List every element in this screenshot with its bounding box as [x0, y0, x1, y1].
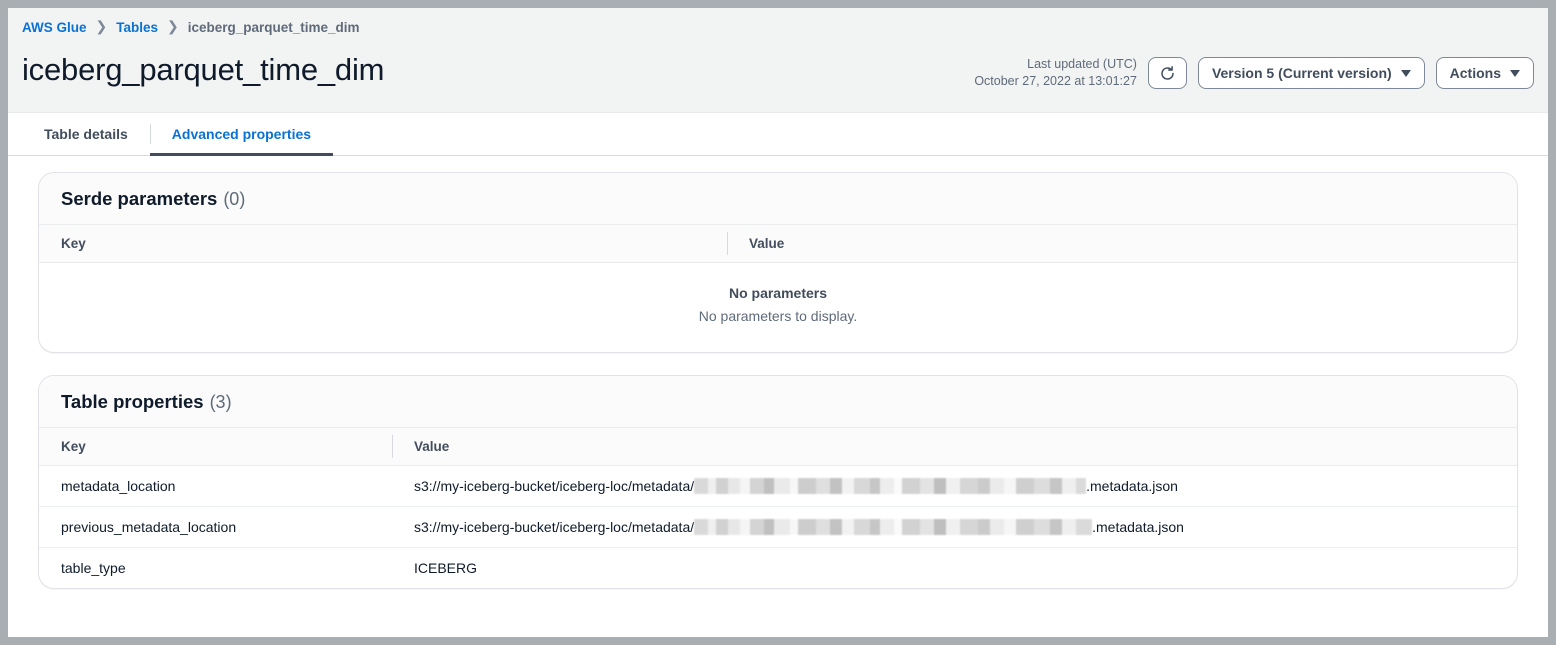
property-value-cell: ICEBERG — [392, 548, 1517, 589]
serde-parameters-title: Serde parameters — [61, 188, 218, 209]
empty-state-title: No parameters — [728, 285, 828, 301]
last-updated-block: Last updated (UTC) October 27, 2022 at 1… — [974, 56, 1137, 90]
chevron-down-icon — [1510, 69, 1520, 77]
refresh-icon — [1159, 65, 1176, 82]
property-value-suffix: .metadata.json — [1092, 519, 1184, 535]
chevron-down-icon — [1400, 69, 1411, 77]
breadcrumb-item-current: iceberg_parquet_time_dim — [187, 19, 360, 35]
table-properties-header: Table properties (3) — [39, 376, 1517, 428]
table-empty-row: No parameters No parameters to display. — [39, 263, 1517, 353]
serde-parameters-header: Serde parameters (0) — [39, 173, 1517, 225]
chevron-right-icon: ❯ — [167, 18, 179, 34]
property-value: ICEBERG — [414, 560, 1517, 576]
last-updated-label: Last updated (UTC) — [1027, 57, 1137, 71]
column-header-key[interactable]: Key — [39, 225, 727, 263]
version-select-label: Version 5 (Current version) — [1211, 65, 1392, 81]
tab-advanced-properties[interactable]: Advanced properties — [149, 113, 334, 156]
property-value-prefix: s3://my-iceberg-bucket/iceberg-loc/metad… — [414, 478, 695, 494]
column-header-value[interactable]: Value — [727, 225, 1517, 263]
breadcrumb: AWS Glue ❯ Tables ❯ iceberg_parquet_time… — [8, 8, 1548, 46]
tab-content-advanced-properties: Serde parameters (0) Key Value No parame… — [8, 156, 1548, 637]
table-properties-table: Key Value metadata_location s3://my-icebe… — [39, 428, 1517, 588]
serde-parameters-card: Serde parameters (0) Key Value No parame… — [38, 172, 1518, 353]
serde-parameters-table: Key Value No parameters No parameters to… — [39, 225, 1517, 352]
refresh-button[interactable] — [1147, 57, 1187, 89]
chevron-right-icon: ❯ — [95, 18, 108, 34]
serde-parameters-count: (0) — [223, 189, 246, 209]
breadcrumb-item-aws-glue[interactable]: AWS Glue — [22, 20, 87, 35]
column-header-key[interactable]: Key — [39, 428, 392, 466]
table-header-row: Key Value — [39, 225, 1517, 263]
redacted-value-block — [694, 478, 1087, 494]
table-properties-title: Table properties — [61, 391, 204, 412]
empty-state-cell: No parameters No parameters to display. — [39, 263, 1517, 353]
redacted-value-block — [694, 519, 1093, 535]
tab-table-details[interactable]: Table details — [22, 113, 150, 155]
serde-empty-state: No parameters No parameters to display. — [39, 263, 1517, 352]
table-row: previous_metadata_location s3://my-iceber… — [39, 506, 1517, 548]
page-title: iceberg_parquet_time_dim — [22, 52, 385, 87]
property-value: s3://my-iceberg-bucket/iceberg-loc/metad… — [414, 519, 1517, 535]
tab-label: Table details — [44, 126, 128, 142]
property-key-cell: metadata_location — [39, 465, 392, 507]
property-value-cell: s3://my-iceberg-bucket/iceberg-loc/metad… — [392, 506, 1517, 548]
column-header-value[interactable]: Value — [392, 428, 1517, 466]
property-value-suffix: .metadata.json — [1086, 478, 1178, 494]
breadcrumb-item-tables[interactable]: Tables — [116, 20, 158, 35]
aws-glue-table-page: AWS Glue ❯ Tables ❯ iceberg_parquet_time… — [8, 8, 1548, 637]
last-updated-value: October 27, 2022 at 13:01:27 — [974, 74, 1137, 88]
empty-state-subtitle: No parameters to display. — [698, 308, 858, 324]
tab-label: Advanced properties — [171, 126, 312, 142]
property-key-cell: table_type — [61, 560, 126, 576]
version-select[interactable]: Version 5 (Current version) — [1197, 57, 1425, 89]
property-value: s3://my-iceberg-bucket/iceberg-loc/metad… — [414, 478, 1517, 494]
table-row: table_type ICEBERG — [39, 548, 1517, 589]
table-row: metadata_location s3://my-iceberg-bucket/… — [39, 465, 1517, 507]
actions-button[interactable]: Actions — [1435, 57, 1534, 89]
property-value-prefix: ICEBERG — [414, 560, 478, 576]
tab-strip: Table details Advanced properties — [8, 112, 1548, 156]
property-value-prefix: s3://my-iceberg-bucket/iceberg-loc/metad… — [414, 519, 695, 535]
actions-button-label: Actions — [1449, 65, 1501, 81]
table-header-row: Key Value — [39, 428, 1517, 466]
header-actions: Last updated (UTC) October 27, 2022 at 1… — [974, 48, 1534, 90]
page-header: iceberg_parquet_time_dim Last updated (U… — [8, 46, 1548, 112]
property-key-cell: previous_metadata_location — [39, 506, 392, 548]
property-value-cell: s3://my-iceberg-bucket/iceberg-loc/metad… — [392, 465, 1517, 507]
table-properties-card: Table properties (3) Key Value metadata_… — [38, 375, 1518, 589]
table-properties-count: (3) — [209, 392, 232, 412]
